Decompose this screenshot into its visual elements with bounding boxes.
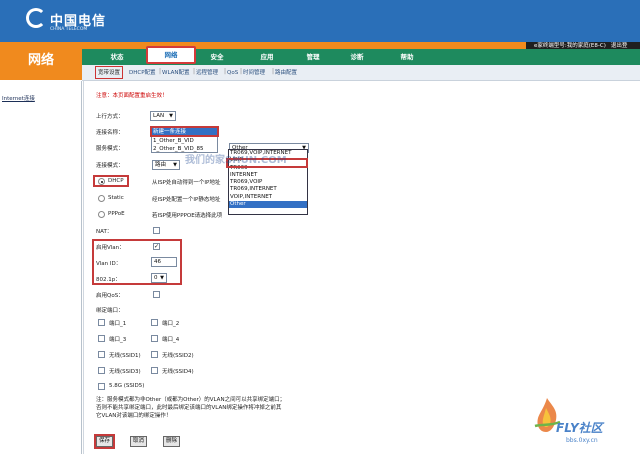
tab-network[interactable]: 网络 xyxy=(146,46,196,64)
tab-apps[interactable]: 应用 xyxy=(242,49,292,65)
subnav-remote[interactable]: 远程管理 xyxy=(196,67,218,79)
subnav-dhcp[interactable]: DHCP配置 xyxy=(129,67,156,79)
pppoe-desc: 若ISP使用PPPOE请选择此项 xyxy=(152,213,223,219)
conn-option-1[interactable]: 1_Other_B_VID xyxy=(152,137,217,146)
uplink-label: 上行方式： xyxy=(96,114,124,120)
footnote-line-3: 它VLAN对该端口的绑定操作！ xyxy=(96,413,172,419)
fly-community-watermark: FLY社区 bbs.0xy.cn xyxy=(530,392,640,454)
service-option[interactable]: INTERNET xyxy=(229,172,307,179)
ssid2-label: 无线(SSID2) xyxy=(162,353,194,359)
port-3-label: 端口_3 xyxy=(109,337,127,343)
watermark: 我们的家SHUN.COM xyxy=(185,155,287,166)
sidebar: Internet连接 xyxy=(0,81,82,454)
tab-security[interactable]: 安全 xyxy=(192,49,242,65)
ssid3-checkbox[interactable] xyxy=(98,367,105,374)
qos-checkbox[interactable] xyxy=(153,291,160,298)
port-4-checkbox[interactable] xyxy=(151,335,158,342)
subnav-route[interactable]: 路由配置 xyxy=(275,67,297,79)
cancel-button[interactable]: 取消 xyxy=(130,436,148,447)
header: 中国电信 CHINA TELECOM xyxy=(0,0,640,42)
section-title: 网络 xyxy=(0,42,82,80)
pppoe-radio[interactable] xyxy=(98,211,105,218)
china-telecom-logo: 中国电信 CHINA TELECOM xyxy=(26,4,156,38)
telecom-logo-icon xyxy=(26,8,46,28)
conn-mode-label: 连接模式： xyxy=(96,163,124,169)
delete-button[interactable]: 删除 xyxy=(163,436,181,447)
bind-ports-label: 绑定端口： xyxy=(96,308,124,314)
static-label: Static xyxy=(108,195,124,201)
service-option[interactable]: TR069,INTERNET xyxy=(229,186,307,193)
ssid5-checkbox[interactable] xyxy=(98,383,105,390)
tab-help[interactable]: 帮助 xyxy=(382,49,432,65)
subnav-time[interactable]: 时间管理 xyxy=(243,67,265,79)
uplink-select[interactable]: LAN ▼ xyxy=(150,111,176,121)
highlight-dhcp xyxy=(93,175,129,187)
footnote-line-2: 否则不能共享绑定端口，此时最后绑定该端口的VLAN绑定操作将冲掉之前其 xyxy=(96,405,282,411)
static-radio[interactable] xyxy=(98,195,105,202)
dhcp-desc: 从ISP处自动得到一个IP地址 xyxy=(152,180,221,186)
port-3-checkbox[interactable] xyxy=(98,335,105,342)
tab-diagnose[interactable]: 诊断 xyxy=(332,49,382,65)
conn-mode-select[interactable]: 路由 ▼ xyxy=(152,160,180,170)
highlight-vlan xyxy=(92,239,182,285)
ssid3-label: 无线(SSID3) xyxy=(109,369,141,375)
save-button[interactable]: 保存 xyxy=(96,436,114,447)
ssid4-checkbox[interactable] xyxy=(151,367,158,374)
service-label: 服务模式： xyxy=(96,146,124,152)
ssid2-checkbox[interactable] xyxy=(151,351,158,358)
ssid1-checkbox[interactable] xyxy=(98,351,105,358)
chevron-down-icon: ▼ xyxy=(173,162,177,168)
nat-checkbox[interactable] xyxy=(153,227,160,234)
conn-name-label: 连接名称： xyxy=(96,130,124,136)
port-2-checkbox[interactable] xyxy=(151,319,158,326)
footnote-line-1: 注：服务模式都为非Other（或都为Other）的VLAN之间可以共享绑定端口； xyxy=(96,397,286,403)
port-4-label: 端口_4 xyxy=(162,337,180,343)
tab-status[interactable]: 状态 xyxy=(92,49,142,65)
qos-label: 启用QoS： xyxy=(96,293,124,299)
subnav-qos[interactable]: QoS xyxy=(227,67,238,79)
ssid1-label: 无线(SSID1) xyxy=(109,353,141,359)
port-1-label: 端口_1 xyxy=(109,321,127,327)
pppoe-label: PPPoE xyxy=(108,211,125,217)
service-option[interactable]: Other xyxy=(229,201,307,209)
nat-label: NAT： xyxy=(96,229,113,235)
port-1-checkbox[interactable] xyxy=(98,319,105,326)
port-2-label: 端口_2 xyxy=(162,321,180,327)
restart-note: 注意：本页面配置重启生效！ xyxy=(96,93,168,99)
subnav-broadband[interactable]: 宽带设置 xyxy=(95,66,124,79)
highlight-conn-new xyxy=(150,126,219,137)
ssid5-label: 5.8G (SSID5) xyxy=(109,383,145,389)
sub-nav: 宽带设置 DHCP配置 | WLAN配置 | 远程管理 | QoS | 时间管理… xyxy=(82,65,640,81)
service-option[interactable]: VOIP,INTERNET xyxy=(229,194,307,201)
chevron-down-icon: ▼ xyxy=(169,113,173,119)
sidebar-item-internet[interactable]: Internet连接 xyxy=(2,94,35,102)
static-desc: 经ISP处配置一个IP静态地址 xyxy=(152,197,221,203)
service-option[interactable]: TR069,VOIP xyxy=(229,179,307,186)
tab-manage[interactable]: 管理 xyxy=(288,49,338,65)
subnav-wlan[interactable]: WLAN配置 xyxy=(162,67,190,79)
ssid4-label: 无线(SSID4) xyxy=(162,369,194,375)
main-nav: 状态 网络 安全 应用 管理 诊断 帮助 xyxy=(82,46,640,65)
